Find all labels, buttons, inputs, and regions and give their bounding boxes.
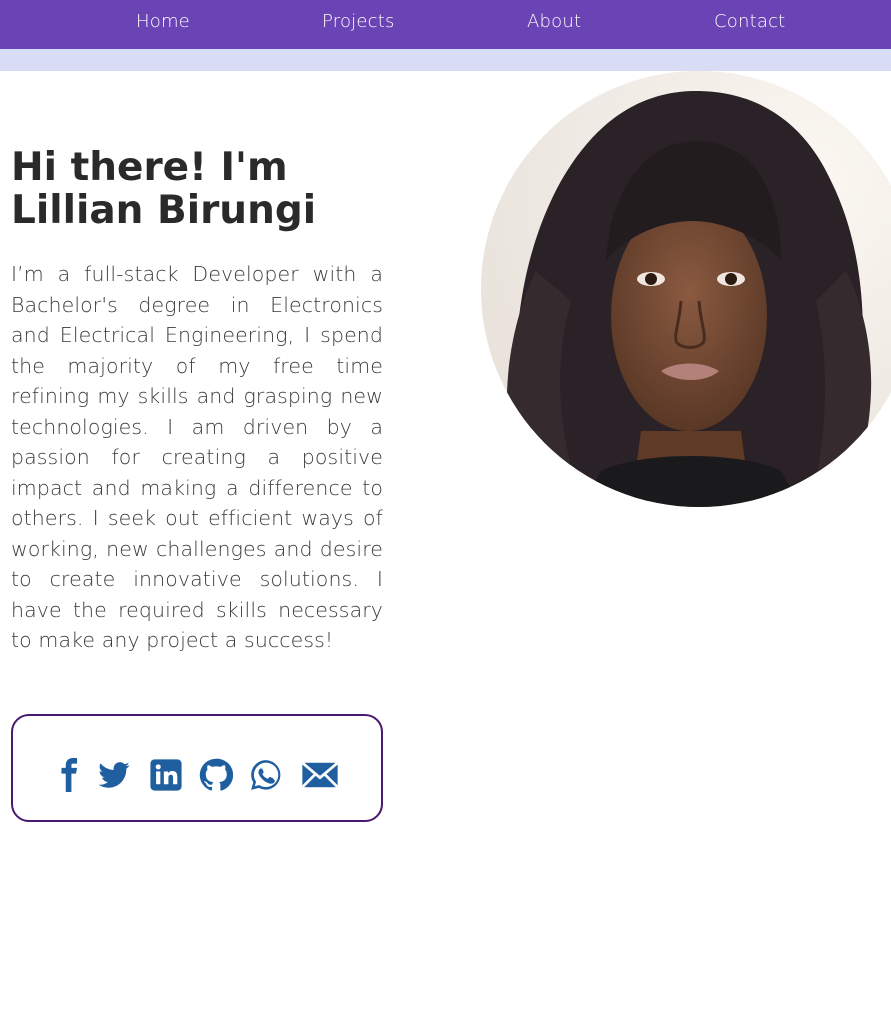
social-links-box — [11, 714, 383, 822]
hero-title-line-1: Hi there! I'm — [11, 145, 288, 190]
portrait-illustration — [481, 71, 891, 507]
nav-link-projects[interactable]: Projects — [322, 11, 395, 32]
linkedin-icon[interactable] — [149, 758, 183, 792]
github-icon[interactable] — [199, 758, 233, 792]
hero-title-line-2: Lillian Birungi — [11, 188, 317, 233]
email-icon[interactable] — [301, 758, 339, 792]
whatsapp-icon[interactable] — [249, 758, 283, 792]
bio-paragraph: I’m a full-stack Developer with a Bachel… — [11, 262, 383, 652]
profile-photo — [481, 71, 891, 507]
facebook-icon[interactable] — [53, 758, 87, 792]
hero-title: Hi there! I'm Lillian Birungi — [11, 146, 391, 232]
navbar: Home Projects About Contact — [0, 0, 891, 49]
nav-link-home[interactable]: Home — [136, 11, 190, 32]
nav-link-about[interactable]: About — [527, 11, 581, 32]
twitter-icon[interactable] — [97, 758, 131, 792]
nav-link-contact[interactable]: Contact — [714, 11, 785, 32]
header-subbar — [0, 49, 891, 71]
